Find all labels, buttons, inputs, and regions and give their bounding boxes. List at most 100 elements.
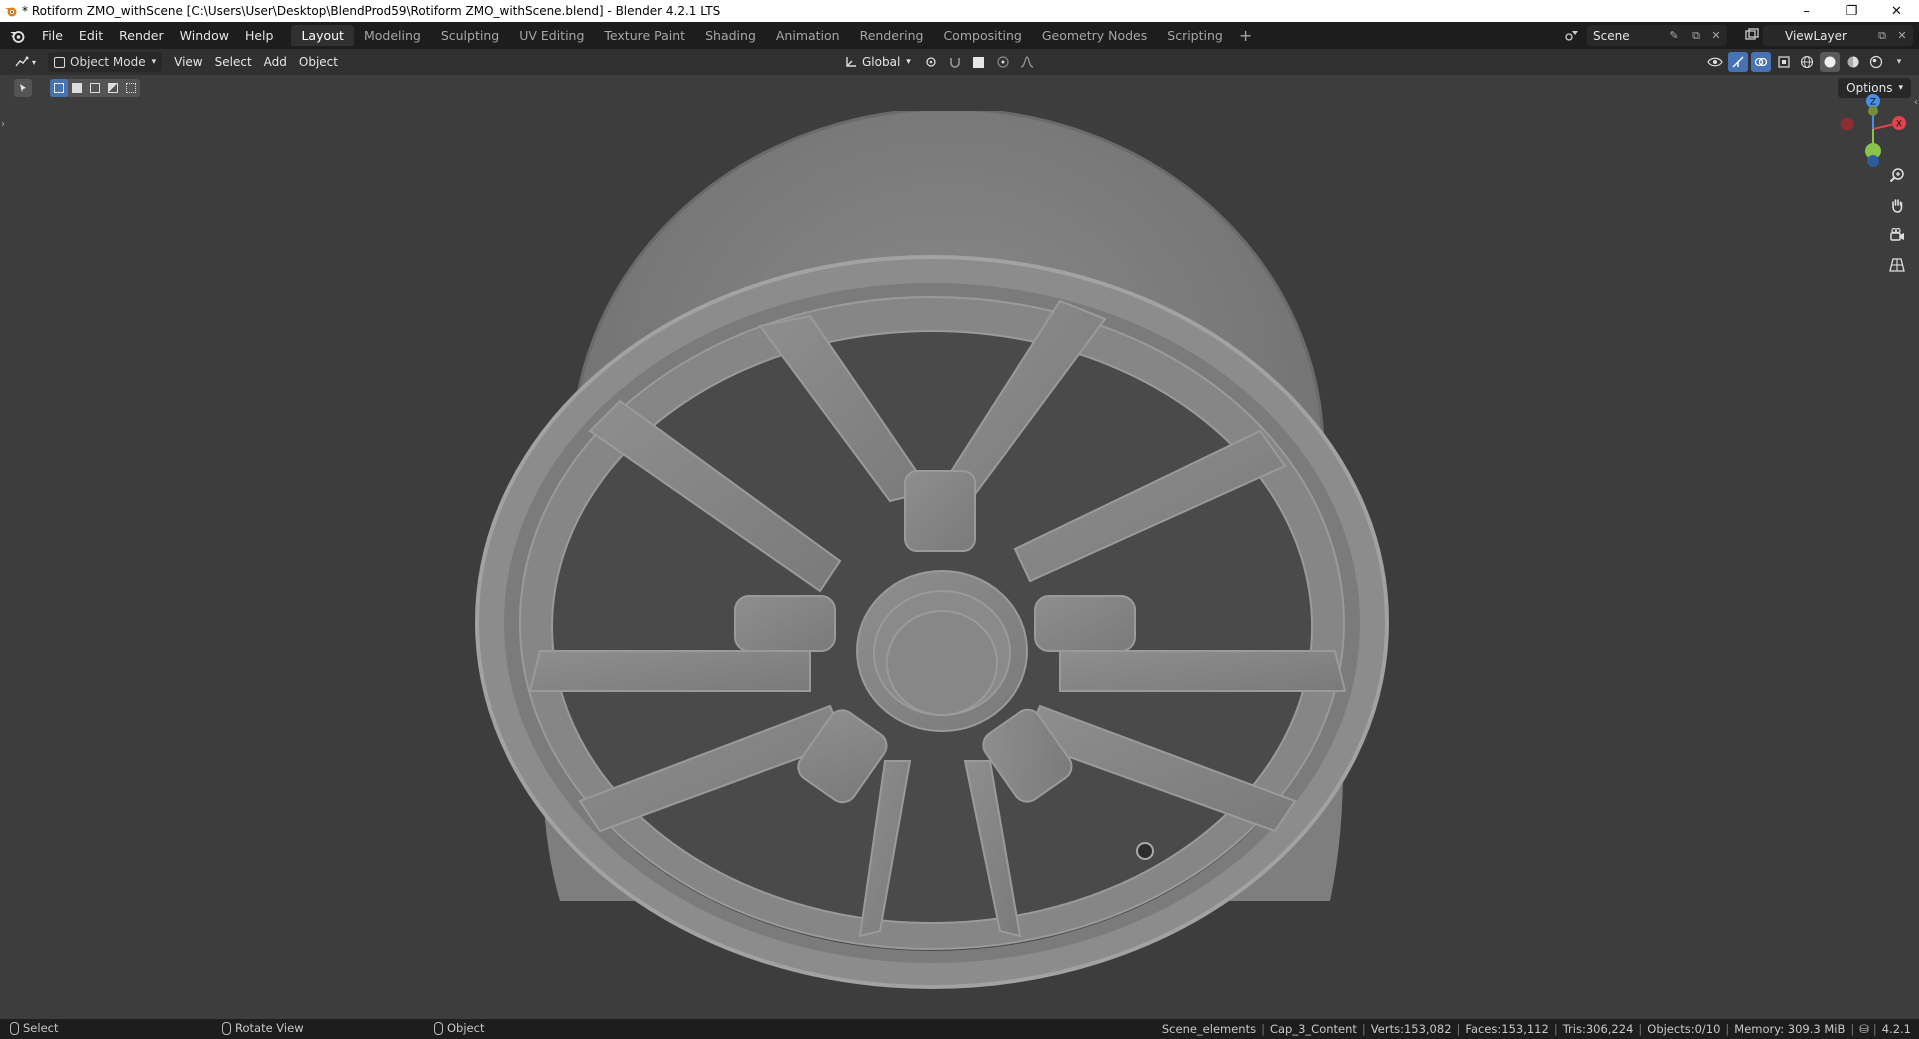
scene-name: Scene [1593,28,1630,43]
shading-options-icon[interactable]: ▾ [1889,52,1909,72]
zoom-icon[interactable] [1885,163,1909,187]
delete-view-layer-icon[interactable]: ✕ [1893,27,1911,45]
menu-select[interactable]: Select [209,52,258,72]
visibility-icon[interactable] [1705,52,1725,72]
xray-toggle-icon[interactable] [1774,52,1794,72]
select-tool-icon[interactable] [14,79,32,97]
stat-memory: Memory: 309.3 MiB [1734,1022,1846,1036]
new-view-layer-icon[interactable]: ⧉ [1873,27,1891,45]
rendered-shading-icon[interactable] [1866,52,1886,72]
view-layer-selector-icon[interactable] [1743,26,1761,44]
navigation-gizmo[interactable]: Z X [1821,89,1911,169]
select-extend-icon[interactable] [68,79,86,97]
menu-edit[interactable]: Edit [71,22,111,49]
menu-render[interactable]: Render [111,22,172,49]
new-scene-icon[interactable]: ⧉ [1687,27,1705,45]
viewport-header: ▾ Object Mode ▾ View Select Add Object G… [0,49,1919,75]
falloff-icon[interactable] [1017,52,1037,72]
blender-logo-icon[interactable] [0,22,34,49]
tab-shading[interactable]: Shading [695,25,766,46]
status-object-hint: Object [434,1021,484,1035]
menu-object[interactable]: Object [293,52,344,72]
status-bar: Select Rotate View Object Scene_elements… [0,1019,1919,1039]
editor-type-button[interactable]: ▾ [8,52,42,72]
scene-selector-icon[interactable] [1563,26,1581,44]
gpu-memory-icon: ⛁ [1859,1022,1869,1036]
tab-modeling[interactable]: Modeling [354,25,431,46]
gizmo-toggle-icon[interactable] [1728,52,1748,72]
blender-topbar: File Edit Render Window Help Layout Mode… [0,22,1919,49]
perspective-toggle-icon[interactable] [1885,253,1909,277]
transform-tools: Global ▾ [838,52,1037,72]
orientation-label: Global [862,55,901,69]
gizmo-neg-y-axis[interactable] [1868,106,1878,116]
view-layer-field[interactable]: ViewLayer ⧉ ✕ [1763,25,1913,46]
scene-statistics: Scene_elements | Cap_3_Content | Verts:153… [1161,1022,1911,1036]
gizmo-x-label: X [1896,120,1902,130]
navigation-tools [1885,163,1909,277]
middle-mouse-icon [222,1021,231,1035]
stat-objects: Objects:0/10 [1647,1022,1721,1036]
status-rotate-hint: Rotate View [222,1021,304,1035]
select-subtract-icon[interactable] [86,79,104,97]
window-titlebar: * Rotiform ZMO_withScene [C:\Users\User\… [0,0,1919,22]
snap-target-icon[interactable] [969,52,989,72]
minimize-button[interactable]: – [1784,0,1829,22]
gizmo-neg-x-axis[interactable] [1840,117,1854,131]
menu-view[interactable]: View [168,52,208,72]
pan-hand-icon[interactable] [1885,193,1909,217]
blender-app-icon [0,0,22,22]
camera-view-icon[interactable] [1885,223,1909,247]
gizmo-neg-z-axis[interactable] [1867,155,1879,167]
status-object-label: Object [447,1021,485,1035]
wireframe-shading-icon[interactable] [1797,52,1817,72]
tab-rendering[interactable]: Rendering [850,25,934,46]
menu-help[interactable]: Help [237,22,282,49]
wheel-rim-model[interactable] [470,111,1410,1019]
orientation-dropdown[interactable]: Global ▾ [838,52,917,72]
snap-icon[interactable] [945,52,965,72]
window-title: * Rotiform ZMO_withScene [C:\Users\User\… [22,4,721,18]
viewport-display-tools: ▾ [1705,52,1909,72]
status-rotate-label: Rotate View [235,1021,304,1035]
selection-mode-buttons [50,79,140,97]
close-window-button[interactable]: ✕ [1874,0,1919,22]
select-new-icon[interactable] [50,79,68,97]
scene-field[interactable]: Scene ✎ ⧉ ✕ [1587,25,1727,46]
tab-texture-paint[interactable]: Texture Paint [594,25,695,46]
stat-collection: Scene_elements [1161,1022,1257,1036]
valve-hole [1136,842,1154,860]
add-workspace-button[interactable]: + [1233,26,1258,45]
pivot-point-icon[interactable] [921,52,941,72]
stat-faces: Faces:153,112 [1465,1022,1549,1036]
pin-icon[interactable]: ✎ [1665,27,1683,45]
menu-window[interactable]: Window [172,22,237,49]
menu-file[interactable]: File [34,22,71,49]
toolbar-expand-icon[interactable]: › [1,119,5,130]
right-mouse-icon [434,1021,443,1035]
material-shading-icon[interactable] [1843,52,1863,72]
status-select-hint: Select [10,1021,58,1035]
tab-uv-editing[interactable]: UV Editing [509,25,594,46]
proportional-editing-icon[interactable] [993,52,1013,72]
tab-sculpting[interactable]: Sculpting [431,25,509,46]
tab-layout[interactable]: Layout [291,25,354,46]
object-mode-dropdown[interactable]: Object Mode ▾ [48,52,163,72]
chevron-down-icon: ▾ [151,57,157,67]
tab-geometry-nodes[interactable]: Geometry Nodes [1032,25,1157,46]
tab-animation[interactable]: Animation [766,25,850,46]
overlays-toggle-icon[interactable] [1751,52,1771,72]
tool-settings [14,79,140,97]
tab-compositing[interactable]: Compositing [933,25,1031,46]
3d-viewport[interactable]: Options ▾ › ‹ Z X [0,75,1919,1019]
solid-shading-icon[interactable] [1820,52,1840,72]
left-mouse-icon [10,1021,19,1035]
tab-scripting[interactable]: Scripting [1157,25,1233,46]
delete-scene-icon[interactable]: ✕ [1707,27,1725,45]
sidebar-expand-icon[interactable]: ‹ [1914,97,1918,108]
menu-add[interactable]: Add [258,52,293,72]
select-invert-icon[interactable] [104,79,122,97]
workspace-tabs: Layout Modeling Sculpting UV Editing Tex… [291,22,1258,49]
select-intersect-icon[interactable] [122,79,140,97]
restore-button[interactable]: ❐ [1829,0,1874,22]
